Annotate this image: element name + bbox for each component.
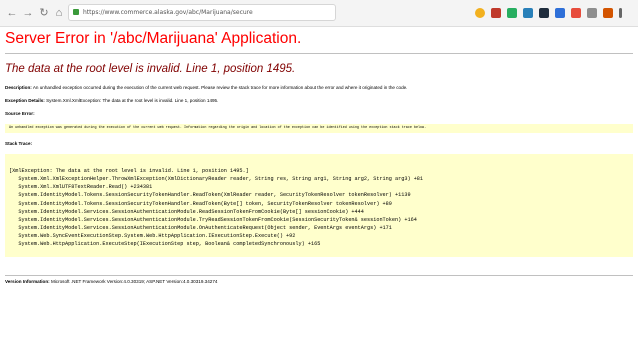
stack-trace-line: System.Web.SyncEventExecutionStep.System… xyxy=(18,233,296,240)
lock-icon xyxy=(73,9,79,15)
extension-icon[interactable] xyxy=(571,8,581,18)
divider xyxy=(5,275,633,276)
extension-icon[interactable] xyxy=(523,8,533,18)
description-label: Description: xyxy=(5,85,32,90)
stack-trace-heading: Stack Trace: xyxy=(5,141,32,146)
address-bar[interactable]: https://www.commerce.alaska.gov/abc/Mari… xyxy=(68,4,336,21)
extension-icon[interactable] xyxy=(555,8,565,18)
description: Description: An unhandled exception occu… xyxy=(5,85,407,90)
exception-details: Exception Details: System.Xml.XmlExcepti… xyxy=(5,98,218,103)
extension-icon[interactable] xyxy=(603,8,613,18)
source-error-label: Source Error: xyxy=(5,111,35,116)
page-title: Server Error in '/abc/Marijuana' Applica… xyxy=(5,30,302,47)
stack-trace-line: System.Xml.XmlUTF8TextReader.Read() +234… xyxy=(18,184,153,191)
error-subtitle: The data at the root level is invalid. L… xyxy=(5,63,296,75)
version-text: Microsoft .NET Framework Version:4.0.303… xyxy=(50,279,218,284)
stack-trace-line: System.IdentityModel.Tokens.SessionSecur… xyxy=(18,200,392,207)
source-error-heading: Source Error: xyxy=(5,111,35,116)
stack-trace: [XmlException: The data at the root leve… xyxy=(9,167,633,249)
stack-trace-line: System.IdentityModel.Tokens.SessionSecur… xyxy=(18,192,411,199)
browser-toolbar: ← → ↻ ⌂ https://www.commerce.alaska.gov/… xyxy=(0,0,638,27)
home-icon[interactable]: ⌂ xyxy=(53,7,65,19)
url-text: https://www.commerce.alaska.gov/abc/Mari… xyxy=(83,9,253,16)
exception-text: System.Xml.XmlException: The data at the… xyxy=(46,98,219,103)
stack-trace-box: [XmlException: The data at the root leve… xyxy=(5,154,633,257)
stack-trace-line: [XmlException: The data at the root leve… xyxy=(9,168,249,174)
stack-trace-line: System.IdentityModel.Services.SessionAut… xyxy=(18,225,392,232)
stack-trace-label: Stack Trace: xyxy=(5,141,33,146)
version-label: Version Information: xyxy=(5,279,50,284)
stack-trace-line: System.IdentityModel.Services.SessionAut… xyxy=(18,208,364,215)
extension-icon[interactable] xyxy=(587,8,597,18)
stack-trace-line: System.Xml.XmlExceptionHelper.ThrowXmlEx… xyxy=(18,176,424,183)
extension-icon[interactable] xyxy=(539,8,549,18)
stack-trace-line: System.Web.HttpApplication.ExecuteStep(I… xyxy=(18,241,321,248)
forward-icon[interactable]: → xyxy=(22,7,34,19)
version-information: Version Information: Microsoft .NET Fram… xyxy=(5,279,217,284)
divider xyxy=(5,53,633,54)
source-error-box: An unhandled exception was generated dur… xyxy=(5,124,633,133)
extension-icon[interactable] xyxy=(491,8,501,18)
description-text: An unhandled exception occurred during t… xyxy=(32,85,408,90)
exception-label: Exception Details: xyxy=(5,98,45,103)
extension-icon[interactable] xyxy=(507,8,517,18)
reload-icon[interactable]: ↻ xyxy=(38,7,50,19)
back-icon[interactable]: ← xyxy=(6,7,18,19)
star-icon[interactable] xyxy=(475,8,485,18)
menu-icon[interactable] xyxy=(619,8,622,18)
stack-trace-line: System.IdentityModel.Services.SessionAut… xyxy=(18,216,417,223)
